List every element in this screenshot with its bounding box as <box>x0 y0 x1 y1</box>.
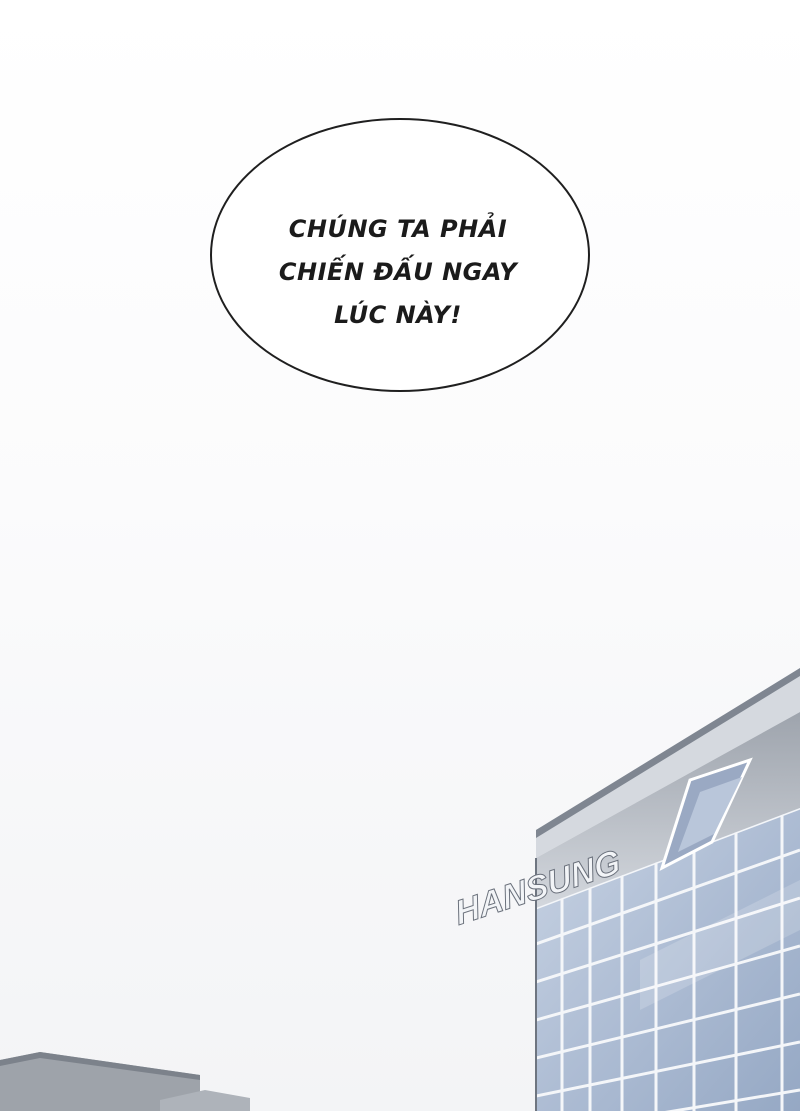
background-buildings <box>0 1052 250 1111</box>
comic-panel: CHÚNG TA PHẢI CHIẾN ĐẤU NGAY LÚC NÀY! HA… <box>0 0 800 1111</box>
building-scene: HANSUNG <box>0 668 800 1111</box>
